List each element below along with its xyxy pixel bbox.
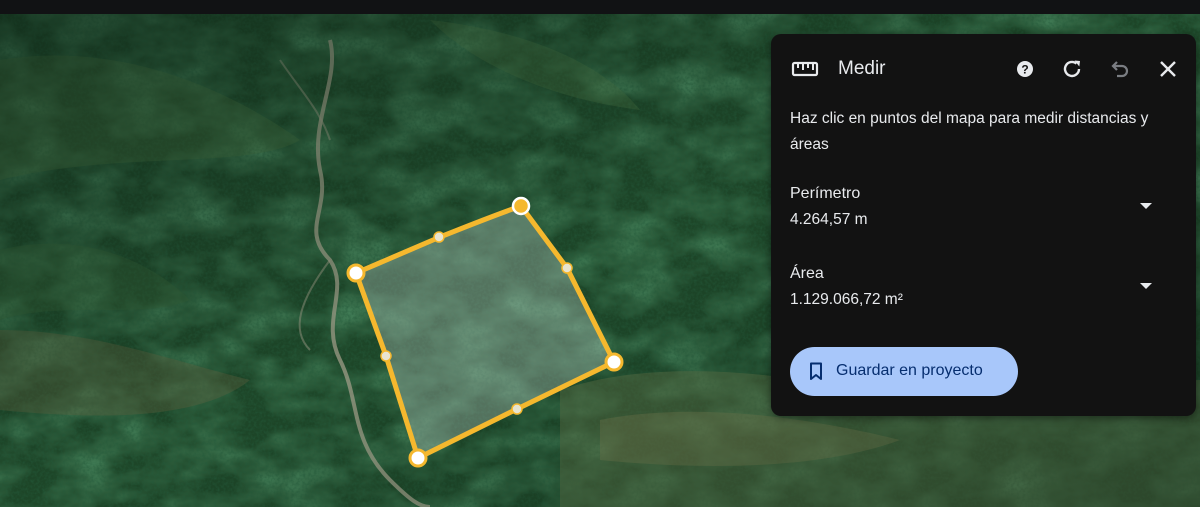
instructions-text: Haz clic en puntos del mapa para medir d… (790, 110, 1149, 153)
area-value: 1.129.066,72 m² (790, 291, 903, 308)
area-units-dropdown[interactable] (1135, 275, 1157, 297)
polygon-midpoint-handle[interactable] (511, 403, 523, 415)
polygon-midpoint-handle[interactable] (380, 350, 392, 362)
caret-down-icon (1140, 283, 1152, 289)
panel-header: Medir ? (771, 34, 1196, 104)
help-button[interactable]: ? (1012, 56, 1038, 82)
perimeter-value: 4.264,57 m (790, 211, 868, 228)
close-button[interactable] (1155, 56, 1181, 82)
undo-button[interactable] (1107, 56, 1133, 82)
measure-panel: Medir ? Haz clic en puntos del mapa para… (771, 34, 1196, 416)
refresh-button[interactable] (1059, 56, 1085, 82)
bookmark-icon (810, 362, 822, 380)
save-to-project-label: Guardar en proyecto (836, 362, 983, 379)
ruler-icon (791, 61, 819, 77)
caret-down-icon (1140, 203, 1152, 209)
polygon-midpoint-handle[interactable] (433, 231, 445, 243)
help-icon: ? (1017, 61, 1033, 77)
close-icon (1160, 61, 1176, 77)
top-bar (0, 0, 1200, 14)
polygon-vertex-handle[interactable] (346, 263, 366, 283)
svg-text:?: ? (1021, 63, 1028, 77)
polygon-vertex-handle[interactable] (408, 448, 428, 468)
panel-title: Medir (838, 58, 886, 79)
save-to-project-button[interactable]: Guardar en proyecto (790, 347, 1018, 396)
perimeter-units-dropdown[interactable] (1135, 195, 1157, 217)
perimeter-label: Perímetro (790, 185, 861, 202)
area-label: Área (790, 265, 824, 282)
polygon-midpoint-handle[interactable] (561, 262, 573, 274)
polygon-vertex-handle-active[interactable] (511, 196, 531, 216)
polygon-vertex-handle[interactable] (604, 352, 624, 372)
refresh-icon (1063, 60, 1081, 78)
undo-icon (1111, 61, 1129, 78)
